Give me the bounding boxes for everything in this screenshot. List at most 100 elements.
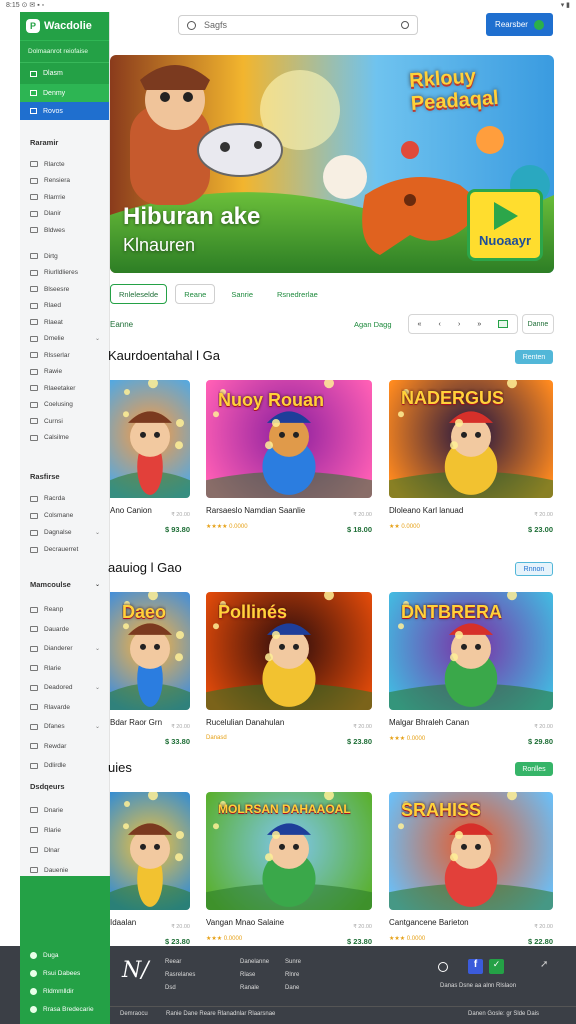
- sidebar-item[interactable]: Dnarie: [20, 800, 110, 820]
- sidebar-item[interactable]: Riurlldlieres: [20, 265, 110, 282]
- sidebar-item[interactable]: Rlarie: [20, 659, 110, 679]
- sidebar-item-highlight-1[interactable]: Dlasm: [20, 62, 109, 84]
- check-social-icon[interactable]: ✓: [489, 959, 504, 974]
- game-thumbnail[interactable]: Daeo: [110, 592, 190, 710]
- game-thumbnail[interactable]: SRAHISS: [389, 792, 553, 910]
- game-title[interactable]: Rucelulian Danahulan: [206, 718, 284, 727]
- game-title[interactable]: Idaalan: [110, 918, 136, 927]
- game-title[interactable]: Rarsaeslo Namdian Saanlie: [206, 506, 305, 515]
- prev-page-button[interactable]: ‹: [439, 321, 441, 328]
- game-card[interactable]: Pollinés Rucelulian Danahulan ₹ 20.00 Danas…: [206, 592, 372, 762]
- footer-link[interactable]: Dane: [285, 985, 299, 991]
- game-card[interactable]: Ano Canion ₹ 20.00 $ 93.80: [110, 380, 190, 550]
- sidebar-item[interactable]: Dauarde: [20, 620, 110, 640]
- sidebar-item[interactable]: Dirtg: [20, 248, 110, 265]
- footer-brand-logo[interactable]: N/: [122, 958, 149, 983]
- footer-link[interactable]: Danelanne: [240, 959, 269, 965]
- filter-tab-1[interactable]: Rnleleselde: [110, 284, 168, 304]
- game-card[interactable]: Nuoy Rouan Rarsaeslo Namdian Saanlie ₹ 20.…: [206, 380, 372, 550]
- sidebar-item[interactable]: Rlaeetaker: [20, 380, 110, 397]
- sidebar-item[interactable]: Rawie: [20, 364, 110, 381]
- section-badge[interactable]: Ronlles: [515, 762, 553, 776]
- game-thumbnail[interactable]: Pollinés: [206, 592, 372, 710]
- sidebar-item[interactable]: Rlarrrie: [20, 189, 110, 206]
- sidebar-item[interactable]: Rewdar: [20, 737, 110, 757]
- sidebar-item[interactable]: Deadored ⌄: [20, 678, 110, 698]
- filter-tab-3[interactable]: Sanrie: [223, 284, 261, 304]
- next-page-button[interactable]: ›: [458, 321, 460, 328]
- toolbar-button[interactable]: Danne: [522, 314, 554, 334]
- sidebar-item-highlight-2[interactable]: Denmy: [20, 84, 109, 102]
- grid-view-icon[interactable]: [498, 320, 509, 328]
- top-action-button[interactable]: Rearsber: [486, 13, 553, 36]
- sidebar-subtitle[interactable]: Dolmaanrot reiofaise: [20, 40, 109, 62]
- game-card[interactable]: MOLRSAN DAHAAOAL Vangan Mnao Salaine ₹ 20.…: [206, 792, 372, 962]
- game-card[interactable]: Daeo Bdar Raor Grn ₹ 20.00 $ 33.80: [110, 592, 190, 762]
- arrow-icon[interactable]: ➚: [540, 959, 548, 970]
- sidebar-item[interactable]: Blseesre: [20, 281, 110, 298]
- section-badge[interactable]: Renten: [515, 350, 553, 364]
- filter-tab-2[interactable]: Reane: [175, 284, 216, 304]
- hero-banner[interactable]: Rklouy Peadaqal Hiburan ake Klnauren Nuo…: [110, 55, 554, 273]
- section-badge[interactable]: Rnnon: [515, 562, 553, 576]
- sidebar-item[interactable]: Rlarie: [20, 820, 110, 840]
- game-title[interactable]: Ano Canion: [110, 506, 152, 515]
- sidebar-item[interactable]: Dfanes ⌄: [20, 717, 110, 737]
- game-thumbnail[interactable]: NADERGUS: [389, 380, 553, 498]
- game-title[interactable]: Bdar Raor Grn: [110, 718, 162, 727]
- sidebar-item[interactable]: Rlarcte: [20, 156, 110, 173]
- sidebar-item[interactable]: Coelusing: [20, 397, 110, 414]
- game-thumbnail[interactable]: Nuoy Rouan: [206, 380, 372, 498]
- hero-play-badge[interactable]: Nuoaayr: [467, 189, 543, 261]
- sidebar-item[interactable]: Calsilme: [20, 430, 110, 447]
- sidebar-item[interactable]: Rlaed: [20, 298, 110, 315]
- footer-link[interactable]: Dsd: [165, 985, 176, 991]
- sidebar-section-4-title[interactable]: Mamcoulse ⌄: [20, 580, 110, 589]
- sidebar-item-highlight-3[interactable]: Rovos: [20, 102, 109, 120]
- sidebar-item[interactable]: Ddlirdle: [20, 756, 110, 776]
- sidebar-item[interactable]: Colsmane: [20, 507, 110, 524]
- footer-toggle-icon[interactable]: [438, 962, 448, 972]
- toolbar-more-link[interactable]: Agan Dagg: [354, 320, 392, 329]
- sidebar-item[interactable]: Dagnalse ⌄: [20, 524, 110, 541]
- game-card[interactable]: SRAHISS Cantgancene Barieton ₹ 20.00 ★★★ 0.…: [389, 792, 553, 962]
- footer-link[interactable]: Ranale: [240, 985, 259, 991]
- first-page-button[interactable]: «: [418, 321, 422, 328]
- game-title[interactable]: Dloleano Karl lanuad: [389, 506, 463, 515]
- last-page-button[interactable]: »: [477, 321, 481, 328]
- game-thumbnail[interactable]: [110, 792, 190, 910]
- sidebar-item[interactable]: Bldwes: [20, 222, 110, 239]
- facebook-icon[interactable]: f: [468, 959, 483, 974]
- footer-side-item[interactable]: Rrasa Bredecarie: [20, 1000, 110, 1018]
- game-title[interactable]: Malgar Bhraleh Canan: [389, 718, 469, 727]
- sidebar-logo[interactable]: P Wacdolie: [20, 12, 109, 40]
- game-title[interactable]: Vangan Mnao Salaine: [206, 918, 284, 927]
- footer-link[interactable]: Rasrelanes: [165, 972, 195, 978]
- sidebar-item[interactable]: Curnsi: [20, 413, 110, 430]
- footer-side-item[interactable]: Rsui Dabees: [20, 964, 110, 982]
- game-card[interactable]: DNTBRERA Malgar Bhraleh Canan ₹ 20.00 ★★★ 0…: [389, 592, 553, 762]
- sidebar-item[interactable]: Dianderer ⌄: [20, 639, 110, 659]
- filter-tab-4[interactable]: Rsnedrerlae: [269, 284, 326, 304]
- game-card[interactable]: Idaalan ₹ 20.00 $ 23.80: [110, 792, 190, 962]
- footer-link[interactable]: Rlnre: [285, 972, 299, 978]
- footer-link[interactable]: Sunre: [285, 959, 301, 965]
- game-title[interactable]: Cantgancene Barieton: [389, 918, 469, 927]
- sidebar-item[interactable]: Rlaeat: [20, 314, 110, 331]
- footer-side-item[interactable]: Rldmmlldir: [20, 982, 110, 1000]
- sidebar-item[interactable]: Dlanir: [20, 206, 110, 223]
- search-input[interactable]: Sagfs: [178, 15, 418, 35]
- search-submit-icon[interactable]: [401, 21, 409, 29]
- sidebar-item[interactable]: Rensiera: [20, 173, 110, 190]
- game-thumbnail[interactable]: DNTBRERA: [389, 592, 553, 710]
- sidebar-item[interactable]: Reanp: [20, 600, 110, 620]
- sidebar-item[interactable]: Dmelie ⌄: [20, 331, 110, 348]
- footer-link[interactable]: Rlase: [240, 972, 255, 978]
- sidebar-item[interactable]: Rlsserlar: [20, 347, 110, 364]
- sidebar-item[interactable]: Dlnar: [20, 840, 110, 860]
- sidebar-item[interactable]: Decrauerret: [20, 541, 110, 558]
- sidebar-item[interactable]: Racrda: [20, 490, 110, 507]
- footer-bottom-mid[interactable]: Ranie Dane Reare Rlanadnlar Rlaarsnae: [166, 1011, 275, 1017]
- footer-side-item[interactable]: Duga: [20, 946, 110, 964]
- game-card[interactable]: NADERGUS Dloleano Karl lanuad ₹ 20.00 ★★ 0.…: [389, 380, 553, 550]
